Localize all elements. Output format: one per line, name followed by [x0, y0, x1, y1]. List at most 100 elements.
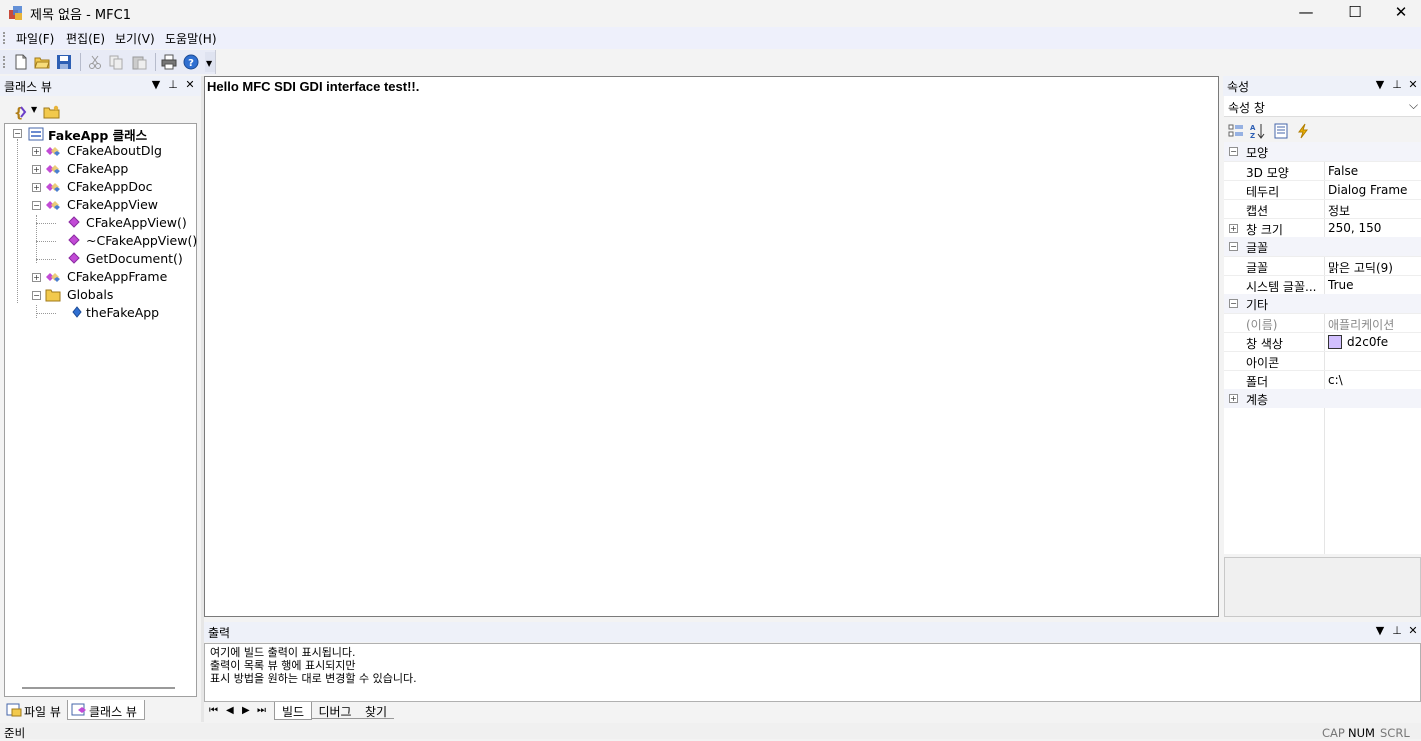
prev-tab-icon[interactable]: ◀: [226, 705, 234, 716]
collapse-icon[interactable]: −: [1229, 242, 1238, 251]
property-value[interactable]: 정보: [1328, 202, 1350, 219]
toolbar-overflow-button[interactable]: ▼: [205, 52, 215, 72]
class-icon: [45, 270, 61, 287]
tab-file-view[interactable]: 파일 뷰: [3, 700, 67, 720]
file-view-icon: [6, 703, 22, 717]
pin-icon[interactable]: ⊥: [167, 78, 179, 91]
property-row[interactable]: 폴더 c:\: [1224, 370, 1421, 389]
collapse-icon[interactable]: −: [32, 291, 41, 300]
first-tab-icon[interactable]: ⏮: [209, 705, 218, 716]
expand-icon[interactable]: +: [32, 147, 41, 156]
property-value[interactable]: True: [1328, 278, 1354, 292]
property-category[interactable]: − 글꼴: [1224, 237, 1421, 256]
collapse-icon[interactable]: −: [32, 201, 41, 210]
property-category[interactable]: − 모양: [1224, 142, 1421, 161]
next-tab-icon[interactable]: ▶: [242, 705, 250, 716]
tree-item-label: CFakeAppView: [67, 197, 158, 212]
output-title: 출력: [208, 626, 231, 640]
property-value[interactable]: False: [1328, 164, 1358, 178]
properties-object-combo[interactable]: 속성 창 ⌵: [1224, 96, 1421, 117]
pane-menu-button[interactable]: ▼: [1374, 78, 1386, 91]
toolbar-grip[interactable]: [3, 56, 6, 68]
property-value[interactable]: Dialog Frame: [1328, 183, 1407, 197]
expand-icon[interactable]: +: [32, 183, 41, 192]
document-view[interactable]: Hello MFC SDI GDI interface test!!.: [204, 76, 1219, 617]
print-icon[interactable]: [161, 54, 177, 70]
categorized-icon[interactable]: [1228, 123, 1244, 139]
property-row[interactable]: 글꼴 맑은 고딕(9): [1224, 256, 1421, 275]
property-row[interactable]: + 창 크기 250, 150: [1224, 218, 1421, 237]
collapse-icon[interactable]: −: [13, 129, 22, 138]
expand-icon[interactable]: +: [32, 165, 41, 174]
property-pages-icon[interactable]: [1273, 123, 1289, 139]
property-row[interactable]: 시스템 글꼴... True: [1224, 275, 1421, 294]
property-category[interactable]: + 계층: [1224, 389, 1421, 408]
pin-icon[interactable]: ⊥: [1391, 78, 1403, 91]
property-grid[interactable]: − 모양 3D 모양 False 테두리 Dialog Frame 캡션 정보 + 창 크기 250…: [1224, 142, 1421, 554]
tree-item-label: ~CFakeAppView(): [86, 233, 198, 248]
menu-edit[interactable]: 편집(E): [66, 30, 105, 47]
property-row[interactable]: 테두리 Dialog Frame: [1224, 180, 1421, 199]
property-row[interactable]: (이름) 애플리케이션: [1224, 313, 1421, 332]
class-tree[interactable]: − FakeApp 클래스 + CFakeAboutDlg + CFakeApp + CF…: [4, 123, 197, 697]
tree-item-label: CFakeAppFrame: [67, 269, 168, 284]
save-icon[interactable]: [56, 54, 72, 70]
cut-icon[interactable]: [87, 54, 103, 70]
tab-file-view-label: 파일 뷰: [24, 705, 61, 719]
new-file-icon[interactable]: [13, 54, 29, 70]
output-list[interactable]: 여기에 빌드 출력이 표시됩니다. 출력이 목록 뷰 행에 표시되지만 표시 방…: [204, 643, 1421, 702]
property-value[interactable]: 맑은 고딕(9): [1328, 259, 1393, 276]
pin-icon[interactable]: ⊥: [1391, 624, 1403, 637]
pane-menu-button[interactable]: ▼: [150, 78, 162, 91]
new-folder-icon[interactable]: [43, 104, 60, 120]
property-category[interactable]: − 기타: [1224, 294, 1421, 313]
tab-debug[interactable]: 디버그: [312, 702, 358, 719]
collapse-icon[interactable]: −: [1229, 147, 1238, 156]
pane-close-button[interactable]: ✕: [1407, 78, 1419, 91]
pane-menu-button[interactable]: ▼: [1374, 624, 1386, 637]
property-row[interactable]: 캡션 정보: [1224, 199, 1421, 218]
tab-find[interactable]: 찾기: [358, 702, 394, 719]
pane-close-button[interactable]: ✕: [184, 78, 196, 91]
collapse-icon[interactable]: −: [1229, 299, 1238, 308]
toolbar-separator: [80, 53, 81, 71]
property-name: 창 색상: [1246, 337, 1283, 351]
property-value[interactable]: d2c0fe: [1347, 335, 1388, 349]
pane-close-button[interactable]: ✕: [1407, 624, 1419, 637]
menubar-grip[interactable]: [3, 32, 6, 44]
svg-text:Z: Z: [1250, 132, 1255, 139]
sort-icon[interactable]: {: [12, 104, 28, 120]
property-row[interactable]: 3D 모양 False: [1224, 161, 1421, 180]
expand-icon[interactable]: +: [1229, 224, 1238, 233]
app-icon: [9, 6, 22, 20]
about-help-icon[interactable]: ?: [183, 54, 199, 70]
minimize-button[interactable]: —: [1283, 0, 1329, 26]
events-lightning-icon[interactable]: [1295, 123, 1311, 139]
menu-bar: 파일(F) 편집(E) 보기(V) 도움말(H): [0, 27, 1421, 49]
maximize-button[interactable]: ☐: [1332, 0, 1378, 26]
property-row[interactable]: 아이콘: [1224, 351, 1421, 370]
last-tab-icon[interactable]: ⏭: [257, 705, 266, 716]
close-button[interactable]: ✕: [1378, 0, 1421, 26]
menu-file[interactable]: 파일(F): [16, 30, 54, 47]
property-name: 폴더: [1246, 375, 1269, 389]
expand-icon[interactable]: +: [1229, 394, 1238, 403]
status-num: NUM: [1348, 726, 1375, 740]
tree-scrollbar[interactable]: [22, 687, 175, 689]
variable-icon: [71, 306, 83, 321]
tab-class-view[interactable]: 클래스 뷰: [67, 700, 145, 720]
menu-help[interactable]: 도움말(H): [165, 30, 217, 47]
property-value[interactable]: c:\: [1328, 373, 1343, 387]
property-row[interactable]: 창 색상 d2c0fe: [1224, 332, 1421, 351]
output-line: 출력이 목록 뷰 행에 표시되지만: [210, 659, 356, 672]
output-line: 여기에 빌드 출력이 표시됩니다.: [210, 646, 356, 659]
chevron-down-icon[interactable]: ▼: [31, 105, 37, 114]
sort-alphabetical-icon[interactable]: AZ: [1250, 123, 1266, 139]
expand-icon[interactable]: +: [32, 273, 41, 282]
copy-icon[interactable]: [108, 54, 124, 70]
paste-icon[interactable]: [131, 54, 147, 70]
tab-build[interactable]: 빌드: [274, 702, 312, 720]
open-folder-icon[interactable]: [34, 54, 50, 70]
menu-view[interactable]: 보기(V): [115, 30, 155, 47]
property-value[interactable]: 250, 150: [1328, 221, 1381, 235]
